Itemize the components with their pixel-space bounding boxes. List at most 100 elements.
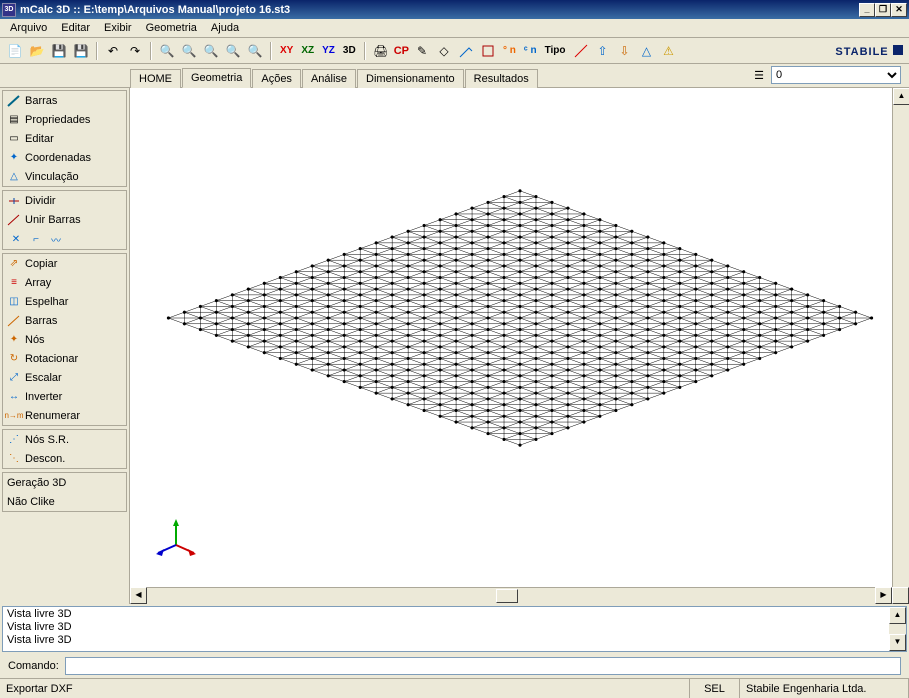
status-left: Exportar DXF (0, 679, 690, 698)
menu-ajuda[interactable]: Ajuda (205, 20, 245, 36)
sidebar-item-copiar[interactable]: ⇗Copiar (3, 254, 126, 273)
menu-geometria[interactable]: Geometria (140, 20, 203, 36)
scroll-right-icon[interactable]: ▶ (875, 587, 892, 604)
mirror-icon: ◫ (7, 295, 21, 309)
sidebar-item-array[interactable]: ≡Array (3, 273, 126, 292)
sidebar-item-inverter[interactable]: ↔Inverter (3, 387, 126, 406)
combo-select[interactable]: 0 (771, 66, 901, 84)
open-file-icon[interactable]: 📂 (28, 42, 46, 60)
sidebar-item-geracao-3d[interactable]: Geração 3D (3, 473, 126, 492)
close-button[interactable]: ✕ (891, 3, 907, 17)
vertical-scrollbar[interactable]: ▲ (892, 88, 909, 587)
print-icon[interactable]: 🖨 (372, 42, 390, 60)
save-icon[interactable]: 💾 (50, 42, 68, 60)
sidebar-item-rotacionar[interactable]: ↻Rotacionar (3, 349, 126, 368)
sidebar-item-nos-sr[interactable]: ⋰Nós S.R. (3, 430, 126, 449)
tab-resultados[interactable]: Resultados (465, 69, 538, 88)
sidebar-item-editar[interactable]: ▭ Editar (3, 129, 126, 148)
scroll-left-icon[interactable]: ◀ (130, 587, 147, 604)
sidebar-item-descon[interactable]: ⋱Descon. (3, 449, 126, 468)
log-panel: Vista livre 3D Vista livre 3D Vista livr… (2, 606, 907, 652)
tab-dimensionamento[interactable]: Dimensionamento (357, 69, 464, 88)
separator (150, 42, 152, 60)
c-n-label[interactable]: ᶜ n (522, 45, 539, 56)
sidebar-item-vinculacao[interactable]: △Vinculação (3, 167, 126, 186)
tool-icon-1[interactable] (457, 42, 475, 60)
tool-wave-icon[interactable]: 〰 (47, 231, 65, 247)
new-file-icon[interactable]: 📄 (6, 42, 24, 60)
sidebar-item-propriedades[interactable]: ▤Propriedades (3, 110, 126, 129)
up-arrow-icon[interactable]: ⇧ (594, 42, 612, 60)
zoom-in-icon[interactable]: 🔍 (158, 42, 176, 60)
sidebar-item-coordenadas[interactable]: ✦Coordenadas (3, 148, 126, 167)
renumber-icon: n→m (7, 409, 21, 423)
support-icon[interactable]: △ (638, 42, 656, 60)
pencil-icon[interactable]: ✎ (413, 42, 431, 60)
minimize-button[interactable]: _ (859, 3, 875, 17)
tab-row: HOME Geometria Ações Análise Dimensionam… (0, 64, 909, 88)
join-icon (7, 213, 21, 227)
sidebar-label: Propriedades (25, 114, 90, 126)
menu-exibir[interactable]: Exibir (98, 20, 138, 36)
separator (364, 42, 366, 60)
tab-geometria[interactable]: Geometria (182, 68, 251, 88)
sidebar-item-nao-clike[interactable]: Não Clike (3, 492, 126, 511)
support-icon: △ (7, 170, 21, 184)
sidebar-item-dividir[interactable]: Dividir (3, 191, 126, 210)
zoom-window-icon[interactable]: 🔍 (202, 42, 220, 60)
sidebar-label: Inverter (25, 391, 62, 403)
redo-icon[interactable]: ↷ (126, 42, 144, 60)
horizontal-scrollbar[interactable] (147, 587, 875, 604)
scroll-up-icon[interactable]: ▲ (889, 607, 906, 624)
cp-button[interactable]: CP (394, 45, 409, 57)
zoom-extents-icon[interactable]: 🔍 (224, 42, 242, 60)
sidebar-item-barras2[interactable]: Barras (3, 311, 126, 330)
zoom-out-icon[interactable]: 🔍 (180, 42, 198, 60)
scroll-up-icon[interactable]: ▲ (893, 88, 909, 105)
tab-home[interactable]: HOME (130, 69, 181, 88)
sidebar-label: Array (25, 277, 51, 289)
view-xz-button[interactable]: XZ (299, 45, 316, 56)
viewport-canvas[interactable] (130, 88, 892, 587)
edit-icon: ▭ (7, 132, 21, 146)
undo-icon[interactable]: ↶ (104, 42, 122, 60)
separator (270, 42, 272, 60)
tool-icon-2[interactable] (479, 42, 497, 60)
line-tool-icon[interactable] (572, 42, 590, 60)
disconnect-icon: ⋱ (7, 452, 21, 466)
view-3d-button[interactable]: 3D (341, 45, 358, 56)
warning-icon[interactable]: ⚠ (660, 42, 678, 60)
tool-angle-icon[interactable]: ⌐ (27, 231, 45, 247)
scroll-down-icon[interactable]: ▼ (889, 634, 906, 651)
sidebar-label: Barras (25, 315, 57, 327)
tool-x-icon[interactable]: ✕ (7, 231, 25, 247)
layers-icon[interactable]: ☰ (751, 67, 767, 83)
down-arrow-icon[interactable]: ⇩ (616, 42, 634, 60)
sidebar-item-escalar[interactable]: ⤢Escalar (3, 368, 126, 387)
scroll-thumb[interactable] (496, 589, 518, 603)
zoom-prev-icon[interactable]: 🔍 (246, 42, 264, 60)
sidebar-label: Editar (25, 133, 54, 145)
menu-arquivo[interactable]: Arquivo (4, 20, 53, 36)
bars-icon (7, 314, 21, 328)
eraser-icon[interactable]: ◇ (435, 42, 453, 60)
sidebar-item-renumerar[interactable]: n→mRenumerar (3, 406, 126, 425)
sidebar-item-espelhar[interactable]: ◫Espelhar (3, 292, 126, 311)
view-xy-button[interactable]: XY (278, 45, 295, 56)
save-all-icon[interactable]: 💾 (72, 42, 90, 60)
degree-n-label[interactable]: ° n (501, 45, 518, 56)
menu-editar[interactable]: Editar (55, 20, 96, 36)
tab-analise[interactable]: Análise (302, 69, 356, 88)
sidebar-label: Nós (25, 334, 45, 346)
sidebar-item-nos[interactable]: ✦Nós (3, 330, 126, 349)
sidebar-item-unir-barras[interactable]: Unir Barras (3, 210, 126, 229)
log-scrollbar[interactable]: ▲ ▼ (889, 607, 906, 651)
sidebar-item-barras[interactable]: Barras (3, 91, 126, 110)
bar-icon (7, 94, 21, 108)
view-yz-button[interactable]: YZ (320, 45, 337, 56)
titlebar: 3D mCalc 3D :: E:\temp\Arquivos Manual\p… (0, 0, 909, 19)
command-input[interactable] (65, 657, 901, 675)
restore-button[interactable]: ❐ (875, 3, 891, 17)
tab-acoes[interactable]: Ações (252, 69, 301, 88)
toolbar: 📄 📂 💾 💾 ↶ ↷ 🔍 🔍 🔍 🔍 🔍 XY XZ YZ 3D 🖨 CP ✎… (0, 38, 909, 64)
